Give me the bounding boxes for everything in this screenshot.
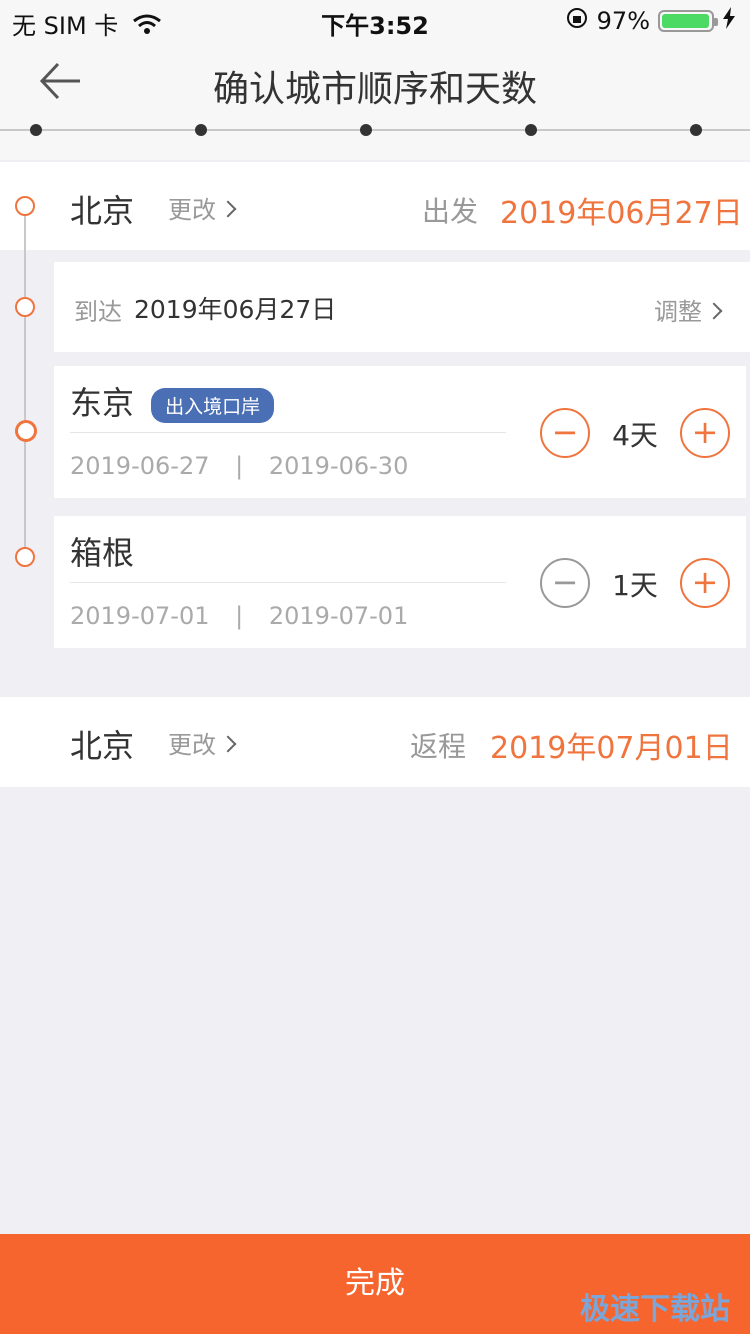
stop-days: 4天 — [612, 419, 658, 452]
date-separator: | — [235, 452, 244, 480]
decrease-days-button[interactable]: − — [540, 408, 590, 458]
stop-card: 东京 出入境口岸 2019-06-27 | 2019-06-30 − 4天 + — [54, 366, 746, 498]
stop-city: 箱根 — [70, 534, 135, 572]
port-badge: 出入境口岸 — [151, 388, 275, 423]
departure-city: 北京 — [70, 192, 135, 230]
departure-label: 出发 — [422, 195, 479, 228]
stop-end-date: 2019-07-01 — [268, 602, 409, 630]
battery-icon — [658, 10, 718, 32]
departure-row: 北京 更改 出发 2019年06月27日 — [0, 162, 750, 250]
status-bar: 无 SIM 卡 下午3:52 97% — [0, 0, 750, 40]
divider — [70, 432, 506, 433]
return-change-label: 更改 — [168, 731, 216, 759]
top-area: 无 SIM 卡 下午3:52 97% 确认城市顺序和天数 — [0, 0, 750, 160]
timeline-node — [15, 297, 35, 317]
progress-line — [0, 129, 750, 131]
page-title: 确认城市顺序和天数 — [212, 69, 537, 110]
departure-change-label: 更改 — [168, 196, 216, 224]
progress-dot — [30, 124, 42, 136]
charging-icon — [722, 7, 736, 35]
increase-days-button[interactable]: + — [680, 558, 730, 608]
timeline-node — [15, 547, 35, 567]
stop-dates: 2019-06-27 | 2019-06-30 — [70, 452, 408, 480]
chevron-right-icon — [705, 302, 723, 320]
departure-date[interactable]: 2019年06月27日 — [500, 188, 743, 232]
stop-start-date: 2019-06-27 — [70, 452, 210, 480]
timeline-node-active — [15, 420, 37, 442]
stop-dates: 2019-07-01 | 2019-07-01 — [70, 602, 408, 630]
arrival-adjust-button[interactable]: 调整 — [654, 292, 723, 327]
increase-days-button[interactable]: + — [680, 408, 730, 458]
arrival-label: 到达 — [74, 298, 122, 326]
timeline-node — [15, 196, 35, 216]
stop-days: 1天 — [612, 569, 658, 602]
date-separator: | — [235, 602, 244, 630]
stop-end-date: 2019-06-30 — [268, 452, 409, 480]
divider — [70, 582, 506, 583]
stop-start-date: 2019-07-01 — [70, 602, 210, 630]
return-label: 返程 — [410, 730, 467, 763]
stop-city-line: 箱根 — [70, 528, 134, 574]
return-date[interactable]: 2019年07月01日 — [490, 723, 733, 767]
stop-city-line: 东京 出入境口岸 — [70, 378, 275, 427]
watermark: 极速下载站 — [580, 1292, 730, 1327]
stop-card: 箱根 2019-07-01 | 2019-07-01 − 1天 + — [54, 516, 746, 648]
arrival-adjust-label: 调整 — [654, 298, 702, 326]
arrival-date: 2019年06月27日 — [134, 295, 337, 324]
progress-dot — [525, 124, 537, 136]
stop-city: 东京 — [70, 384, 135, 422]
progress-dot — [690, 124, 702, 136]
decrease-days-button[interactable]: − — [540, 558, 590, 608]
rotation-lock-icon — [565, 6, 589, 36]
battery-percent: 97% — [596, 7, 650, 35]
return-change-button[interactable]: 更改 — [168, 725, 237, 760]
chevron-right-icon — [219, 735, 237, 753]
timeline-line — [24, 205, 26, 555]
return-city: 北京 — [70, 727, 135, 765]
return-row: 北京 更改 返程 2019年07月01日 — [0, 697, 750, 787]
progress-dot — [360, 124, 372, 136]
arrival-row: 到达 2019年06月27日 调整 — [54, 262, 750, 352]
progress-dot — [195, 124, 207, 136]
chevron-right-icon — [219, 200, 237, 218]
status-right: 97% — [565, 6, 736, 36]
departure-change-button[interactable]: 更改 — [168, 190, 237, 225]
